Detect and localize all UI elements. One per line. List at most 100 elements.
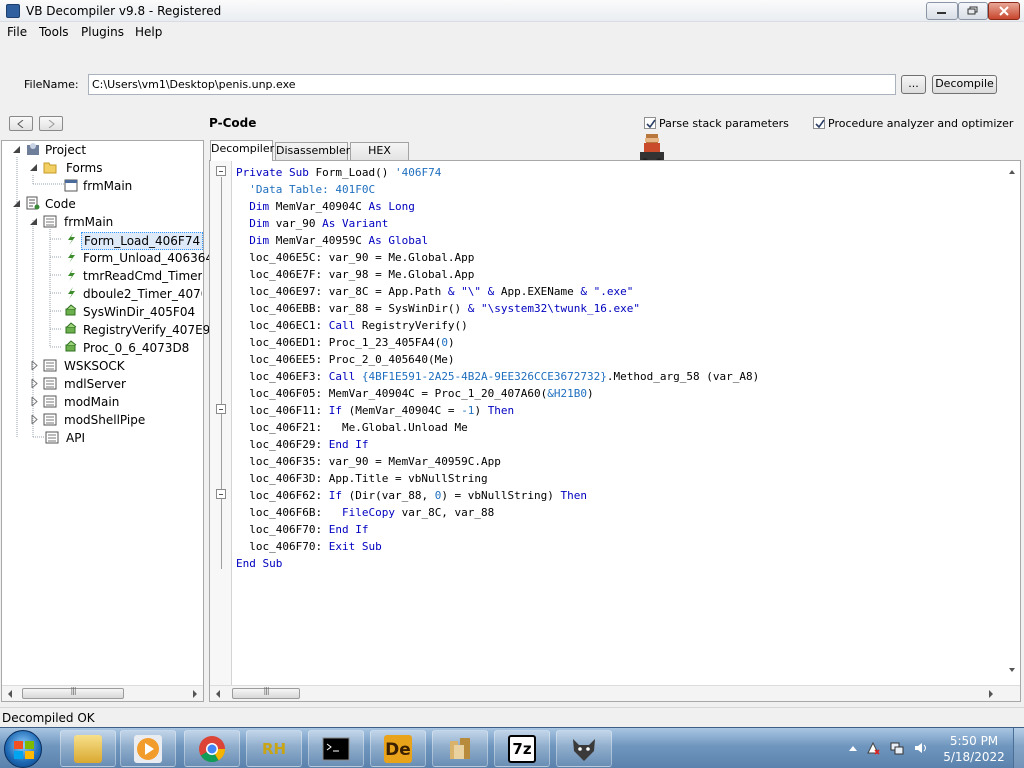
close-button[interactable]	[988, 2, 1020, 20]
tree-item-api[interactable]: API	[2, 429, 202, 447]
taskbar-detect-it-easy[interactable]: De	[370, 730, 426, 767]
taskbar-wolf-app[interactable]	[556, 730, 612, 767]
tree-item-forms[interactable]: Forms	[2, 159, 202, 177]
menu-plugins[interactable]: Plugins	[81, 25, 124, 39]
pcode-label: P-Code	[209, 116, 257, 130]
code-horizontal-scrollbar[interactable]	[210, 685, 1020, 701]
title-bar: VB Decompiler v9.8 - Registered	[0, 0, 1024, 22]
code-line: loc_406F29: End If	[236, 438, 369, 451]
taskbar-resource-hacker[interactable]: RH	[246, 730, 302, 767]
clock-time: 5:50 PM	[949, 734, 999, 748]
tree-item-modmain[interactable]: modMain	[2, 393, 202, 411]
code-line: loc_406E97: var_8C = App.Path & "\" & Ap…	[236, 285, 634, 298]
expand-icon[interactable]	[30, 379, 39, 388]
code-line: loc_406F35: var_90 = MemVar_40959C.App	[236, 455, 501, 468]
folder-icon	[74, 735, 102, 763]
tree-item-project[interactable]: Project	[2, 141, 202, 159]
code-editor[interactable]: Private Sub Form_Load() '406F74 'Data Ta…	[209, 160, 1021, 702]
tab-hex-editor[interactable]: HEX Editor	[350, 142, 409, 173]
code-line: loc_406F21: Me.Global.Unload Me	[236, 421, 468, 434]
tree-item-modshellpipe[interactable]: modShellPipe	[2, 411, 202, 429]
filename-label: FileName:	[24, 78, 79, 91]
expand-icon[interactable]	[30, 397, 39, 406]
collapse-icon[interactable]	[29, 163, 38, 172]
parse-stack-option[interactable]: Parse stack parameters	[644, 117, 789, 130]
code-line: loc_406EBB: var_88 = SysWinDir() & "\sys…	[236, 302, 640, 315]
event-icon	[68, 251, 75, 263]
tree-item-proc-0-6[interactable]: Proc_0_6_4073D8	[2, 339, 202, 357]
scroll-down-icon[interactable]	[1008, 667, 1016, 673]
show-desktop-button[interactable]	[1013, 728, 1024, 768]
tree-item-form-frmmain[interactable]: frmMain	[2, 177, 202, 195]
code-text[interactable]: Private Sub Form_Load() '406F74 'Data Ta…	[236, 164, 759, 572]
tree-item-registryverify[interactable]: RegistryVerify_407E98	[2, 321, 218, 339]
expand-icon[interactable]	[30, 361, 39, 370]
project-tree[interactable]: Project Forms frmMain Code frmMain Form_…	[1, 140, 218, 702]
code-line: loc_406E5C: var_90 = Me.Global.App	[236, 251, 475, 264]
start-button[interactable]	[4, 730, 42, 768]
expand-icon[interactable]	[30, 415, 39, 424]
taskbar-7zip[interactable]: 7z	[494, 730, 550, 767]
code-line: loc_406F6B: FileCopy var_8C, var_88	[236, 506, 495, 519]
tab-disassembler[interactable]: Disassembler	[275, 142, 350, 160]
tree-item-syswindir[interactable]: SysWinDir_405F04	[2, 303, 202, 321]
scroll-right-icon[interactable]	[191, 689, 199, 699]
tree-item-form-unload[interactable]: Form_Unload_406364	[2, 249, 213, 267]
minimize-button[interactable]	[926, 2, 958, 20]
scroll-left-icon[interactable]	[214, 689, 222, 699]
menu-tools[interactable]: Tools	[39, 25, 69, 39]
tree-item-wsksock[interactable]: WSKSOCK	[2, 357, 202, 375]
volume-icon[interactable]	[914, 741, 928, 755]
tab-decompiler[interactable]: Decompiler	[210, 140, 274, 161]
scroll-right-icon[interactable]	[987, 689, 995, 699]
taskbar-vb-decompiler[interactable]	[432, 730, 488, 767]
tree-scroll-thumb[interactable]	[22, 688, 124, 699]
tree-item-code-frmmain[interactable]: frmMain	[2, 213, 202, 231]
module-icon	[43, 359, 57, 372]
scroll-left-icon[interactable]	[6, 689, 14, 699]
taskbar-media-player[interactable]	[120, 730, 176, 767]
windows-logo-icon	[14, 741, 34, 759]
fold-toggle-if-2[interactable]	[216, 489, 226, 499]
scroll-up-icon[interactable]	[1008, 169, 1016, 175]
collapse-icon[interactable]	[12, 199, 21, 208]
taskbar-explorer[interactable]	[60, 730, 116, 767]
fold-toggle-if-1[interactable]	[216, 404, 226, 414]
project-icon	[27, 143, 39, 155]
procedure-analyzer-option[interactable]: Procedure analyzer and optimizer	[813, 117, 1013, 130]
network-icon[interactable]	[890, 741, 904, 755]
code-scroll-thumb[interactable]	[232, 688, 300, 699]
taskbar: RH De 7z 5:50 PM 5/18/2022	[0, 727, 1024, 768]
fold-toggle-sub[interactable]	[216, 166, 226, 176]
browse-button[interactable]: ...	[901, 75, 926, 94]
forward-button[interactable]	[39, 116, 63, 131]
restore-icon	[967, 6, 978, 15]
code-line: loc_406F05: MemVar_40904C = Proc_1_20_40…	[236, 387, 594, 400]
tree-item-code[interactable]: Code	[2, 195, 202, 213]
decompile-button[interactable]: Decompile	[932, 75, 997, 94]
taskbar-chrome[interactable]	[184, 730, 240, 767]
tree-horizontal-scrollbar[interactable]	[2, 685, 203, 701]
back-button[interactable]	[9, 116, 33, 131]
action-center-icon[interactable]	[866, 741, 880, 755]
procedure-analyzer-checkbox[interactable]	[813, 117, 825, 129]
collapse-icon[interactable]	[29, 217, 38, 226]
menu-help[interactable]: Help	[135, 25, 162, 39]
event-icon	[68, 269, 75, 281]
maximize-button[interactable]	[958, 2, 988, 20]
folder-icon	[43, 162, 57, 174]
module-icon	[43, 215, 57, 228]
system-clock[interactable]: 5:50 PM 5/18/2022	[938, 733, 1010, 765]
parse-stack-checkbox[interactable]	[644, 117, 656, 129]
tree-item-tmrreadcmd[interactable]: tmrReadCmd_Timer_40	[2, 267, 202, 285]
code-vertical-scrollbar[interactable]	[1004, 161, 1020, 685]
show-hidden-icons-icon[interactable]	[846, 741, 860, 755]
filename-input[interactable]: C:\Users\vm1\Desktop\penis.unp.exe	[88, 74, 896, 95]
menu-file[interactable]: File	[7, 25, 27, 39]
tree-item-form-load[interactable]: Form_Load_406F74	[2, 231, 204, 250]
collapse-icon[interactable]	[12, 145, 21, 154]
taskbar-command-prompt[interactable]	[308, 730, 364, 767]
tree-item-dboule2[interactable]: dboule2_Timer_4070E8	[2, 285, 202, 303]
tree-item-mdlserver[interactable]: mdlServer	[2, 375, 202, 393]
vb-decompiler-icon	[450, 738, 470, 759]
